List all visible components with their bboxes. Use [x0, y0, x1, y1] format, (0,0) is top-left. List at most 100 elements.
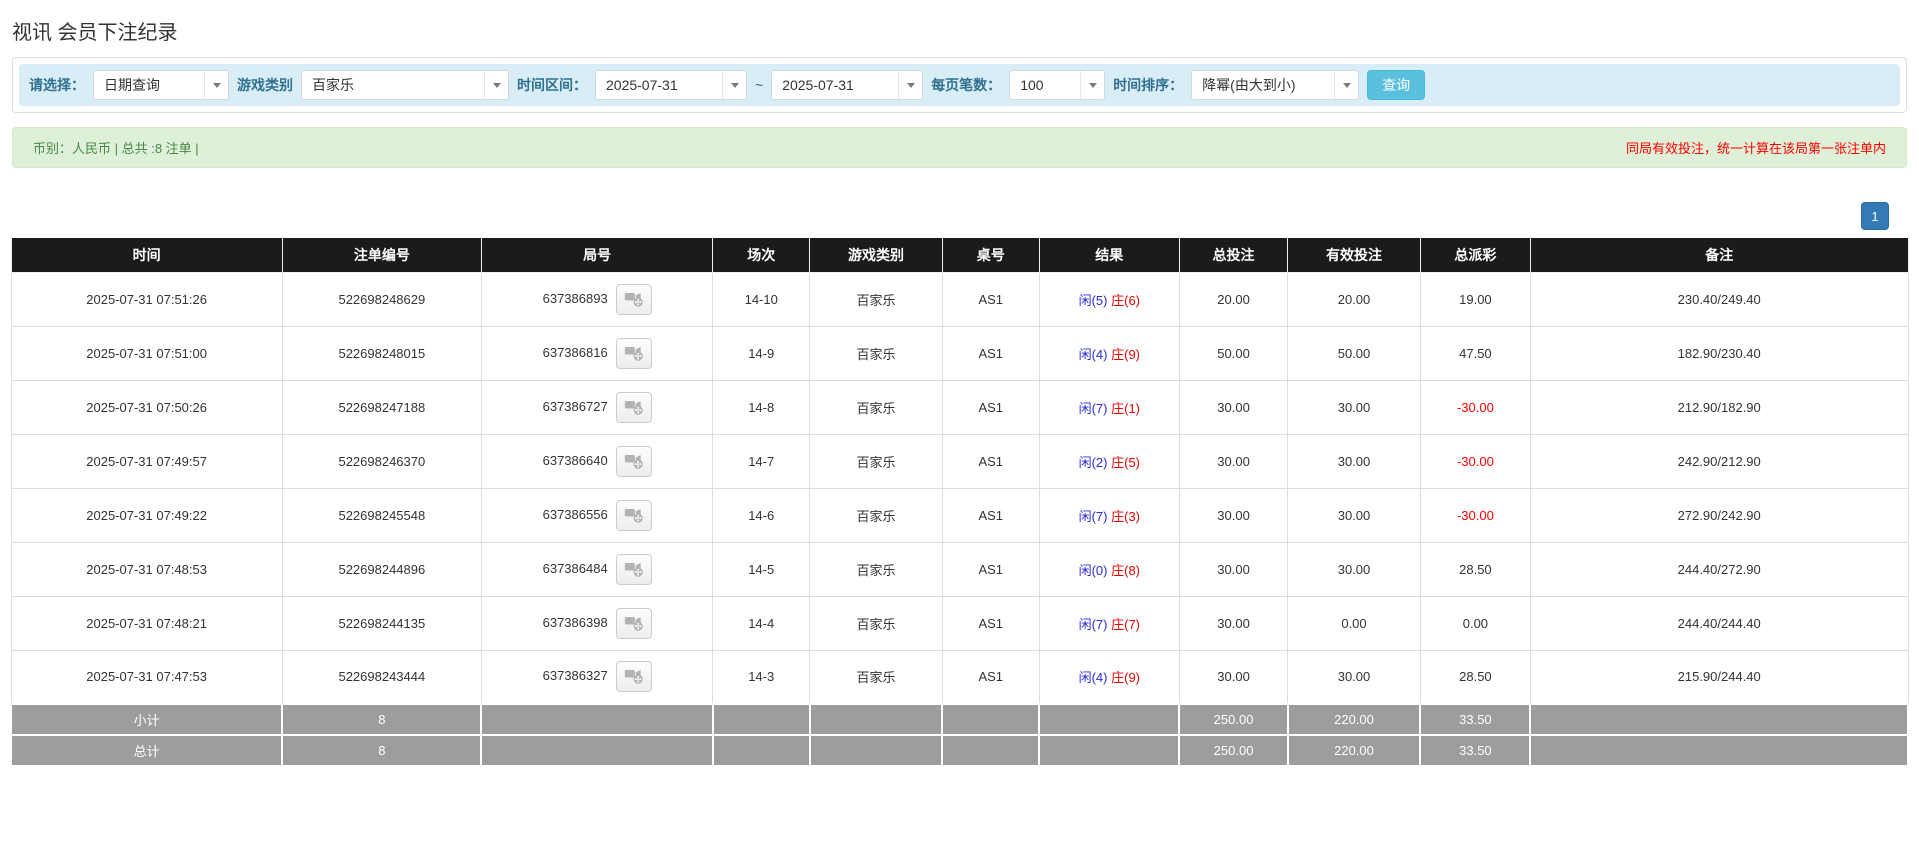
- cell-time: 2025-07-31 07:47:53: [10, 649, 283, 705]
- cell-table-no: AS1: [941, 595, 1040, 651]
- video-replay-button[interactable]: [615, 553, 652, 585]
- cell-time: 2025-07-31 07:51:00: [10, 325, 283, 381]
- chevron-down-icon[interactable]: [484, 71, 508, 99]
- cell-game-type: 百家乐: [809, 595, 943, 651]
- header-session: 场次: [712, 238, 811, 273]
- table-body: 2025-07-31 07:51:26 522698248629 6373868…: [10, 271, 1909, 705]
- cell-remark: 212.90/182.90: [1529, 379, 1909, 435]
- video-replay-button[interactable]: [615, 283, 652, 315]
- time-sort-value: 降幂(由大到小): [1202, 77, 1296, 93]
- date-to-picker[interactable]: 2025-07-31: [771, 70, 924, 100]
- result-banker: 庄(9): [1111, 346, 1140, 362]
- result-player: 闲(0): [1078, 562, 1108, 578]
- date-range-separator: ~: [755, 77, 764, 93]
- grand-total-row: 总计 8 250.00 220.00 33.50: [9, 734, 1909, 767]
- round-id-value: 637386327: [542, 668, 608, 684]
- chevron-down-icon[interactable]: [898, 71, 923, 99]
- cell-table-no: AS1: [941, 487, 1040, 543]
- video-replay-button[interactable]: [615, 499, 652, 531]
- date-from-value: 2025-07-31: [606, 77, 678, 93]
- cell-bet-id: 522698244135: [281, 595, 482, 651]
- grand-total-label: 总计: [9, 734, 284, 767]
- time-sort-select[interactable]: 降幂(由大到小): [1191, 70, 1360, 100]
- video-replay-button[interactable]: [615, 337, 652, 369]
- cell-time: 2025-07-31 07:48:53: [10, 541, 283, 597]
- date-range-label: 时间区间：: [517, 77, 587, 93]
- result-player: 闲(4): [1078, 346, 1108, 362]
- video-replay-button[interactable]: [615, 661, 652, 693]
- search-button[interactable]: 查询: [1367, 70, 1426, 100]
- page-title: 视讯 会员下注纪录: [12, 22, 178, 44]
- round-id-value: 637386484: [542, 560, 608, 576]
- cell-session: 14-10: [712, 271, 811, 327]
- cell-bet-id: 522698248015: [281, 325, 482, 381]
- cell-game-type: 百家乐: [809, 325, 943, 381]
- cell-payout: -30.00: [1419, 379, 1531, 435]
- page-1-button[interactable]: 1: [1861, 202, 1889, 230]
- chevron-down-icon[interactable]: [1334, 71, 1359, 99]
- video-replay-icon: [624, 342, 644, 365]
- cell-game-type: 百家乐: [809, 271, 943, 327]
- result-banker: 庄(7): [1111, 616, 1140, 632]
- result-banker: 庄(9): [1111, 670, 1140, 686]
- round-id-value: 637386893: [542, 290, 608, 306]
- cell-game-type: 百家乐: [809, 541, 943, 597]
- video-replay-button[interactable]: [615, 391, 652, 423]
- subtotal-row: 小计 8 250.00 220.00 33.50: [9, 703, 1909, 736]
- header-time: 时间: [10, 238, 283, 273]
- table-header-row: 时间 注单编号 局号 场次 游戏类别 桌号 结果 总投注 有效投注 总派彩 备注: [10, 238, 1909, 273]
- cell-total-bet-link[interactable]: 30.00: [1178, 487, 1289, 543]
- cell-payout: -30.00: [1419, 433, 1531, 489]
- cell-game-type: 百家乐: [809, 379, 943, 435]
- cell-valid-bet: 50.00: [1287, 325, 1421, 381]
- cell-total-bet-link[interactable]: 30.00: [1178, 433, 1289, 489]
- date-from-picker[interactable]: 2025-07-31: [595, 70, 747, 100]
- table-row: 2025-07-31 07:49:22 522698245548 6373865…: [10, 487, 1909, 543]
- cell-table-no: AS1: [941, 433, 1040, 489]
- video-replay-button[interactable]: [615, 445, 652, 477]
- cell-valid-bet: 30.00: [1287, 379, 1421, 435]
- cell-payout: -30.00: [1419, 487, 1531, 543]
- cell-round-id: 637386893: [480, 271, 714, 327]
- page-size-value: 100: [1020, 77, 1044, 93]
- chevron-down-icon[interactable]: [722, 71, 746, 99]
- bet-records-table: 时间 注单编号 局号 场次 游戏类别 桌号 结果 总投注 有效投注 总派彩 备注…: [9, 238, 1909, 767]
- video-replay-button[interactable]: [615, 607, 652, 639]
- cell-round-id: 637386727: [480, 379, 714, 435]
- cell-round-id: 637386327: [480, 649, 714, 705]
- game-type-select[interactable]: 百家乐: [301, 70, 509, 100]
- cell-bet-id: 522698245548: [281, 487, 482, 543]
- grand-total-count: 8: [281, 734, 483, 767]
- result-player: 闲(7): [1078, 508, 1108, 524]
- chevron-down-icon[interactable]: [204, 71, 228, 99]
- cell-result: 闲(0) 庄(8): [1038, 541, 1180, 597]
- cell-round-id: 637386640: [480, 433, 714, 489]
- summary-bar: 币别：人民币 | 总共 :8 注单 | 同局有效投注，统一计算在该局第一张注单内: [12, 127, 1907, 168]
- summary-note: 同局有效投注，统一计算在该局第一张注单内: [1625, 141, 1886, 156]
- cell-total-bet-link[interactable]: 20.00: [1178, 271, 1289, 327]
- table-row: 2025-07-31 07:48:53 522698244896 6373864…: [10, 541, 1909, 597]
- video-replay-icon: [624, 504, 644, 527]
- cell-result: 闲(2) 庄(5): [1038, 433, 1180, 489]
- cell-remark: 272.90/242.90: [1529, 487, 1909, 543]
- cell-bet-id: 522698243444: [281, 649, 482, 705]
- cell-total-bet-link[interactable]: 30.00: [1178, 541, 1289, 597]
- round-id-value: 637386398: [542, 614, 608, 630]
- cell-bet-id: 522698246370: [281, 433, 482, 489]
- cell-total-bet-link[interactable]: 30.00: [1178, 379, 1289, 435]
- table-row: 2025-07-31 07:51:26 522698248629 6373868…: [10, 271, 1909, 327]
- grand-total-total-bet: 250.00: [1178, 734, 1289, 767]
- time-sort-label: 时间排序：: [1113, 77, 1184, 93]
- table-row: 2025-07-31 07:47:53 522698243444 6373863…: [10, 649, 1909, 705]
- cell-total-bet-link[interactable]: 30.00: [1178, 595, 1289, 651]
- round-id-value: 637386640: [542, 452, 608, 468]
- cell-bet-id: 522698248629: [281, 271, 482, 327]
- cell-payout: 28.50: [1419, 649, 1531, 705]
- cell-total-bet-link[interactable]: 30.00: [1178, 649, 1289, 705]
- query-type-select[interactable]: 日期查询: [93, 70, 229, 100]
- cell-total-bet-link[interactable]: 50.00: [1178, 325, 1289, 381]
- page-size-select[interactable]: 100: [1009, 70, 1106, 100]
- cell-remark: 215.90/244.40: [1529, 649, 1909, 705]
- chevron-down-icon[interactable]: [1080, 71, 1105, 99]
- summary-currency-count: 币别：人民币 | 总共 :8 注单 |: [33, 141, 199, 156]
